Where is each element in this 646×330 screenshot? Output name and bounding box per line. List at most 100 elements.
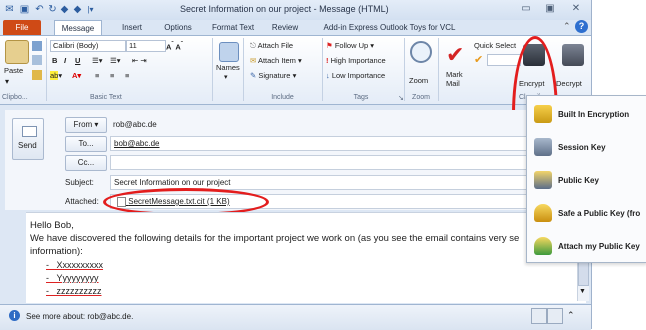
outlook-app-icon[interactable]: ✉ <box>3 3 16 16</box>
list-item-text: Xxxxxxxxxx <box>56 260 104 270</box>
decrypt-icon[interactable] <box>562 44 584 66</box>
menu-item-public-key[interactable]: Public Key <box>526 163 646 196</box>
high-importance-button[interactable]: ! High Importance <box>326 56 386 65</box>
next-icon[interactable]: ◆ <box>71 3 84 16</box>
menu-item-label: Attach my Public Key <box>558 242 640 251</box>
ribbon-separator <box>438 38 439 101</box>
tags-launcher-icon[interactable]: ↘ <box>398 94 404 102</box>
align-center-icon[interactable]: ≡ <box>110 71 114 80</box>
tab-add-in-express[interactable]: Add-in Express Outlook Toys for VCL <box>312 20 467 35</box>
low-importance-button[interactable]: ↓ Low Importance <box>326 71 385 80</box>
menu-item-label: Safe a Public Key (fro <box>558 209 641 218</box>
copy-icon[interactable] <box>32 55 42 65</box>
menu-item-label: Session Key <box>558 143 606 152</box>
maximize-icon[interactable]: ▣ <box>540 2 560 16</box>
scroll-down-icon[interactable]: ▼ <box>579 288 586 295</box>
cc-button[interactable]: Cc... <box>65 155 107 171</box>
follow-up-label: Follow Up <box>334 41 369 50</box>
align-left-icon[interactable]: ≡ <box>95 71 99 80</box>
attach-file-label: Attach File <box>257 41 294 50</box>
cc-field[interactable] <box>110 155 595 170</box>
quick-select-icon[interactable]: ✔ <box>474 53 483 66</box>
message-body[interactable] <box>26 212 586 303</box>
format-painter-icon[interactable] <box>32 70 42 80</box>
quick-select-combo[interactable] <box>487 54 521 66</box>
person-icon[interactable] <box>531 308 547 324</box>
quick-select-label: Quick Select <box>474 41 517 50</box>
send-button[interactable]: Send <box>12 118 44 160</box>
save-icon[interactable]: ▣ <box>18 3 31 16</box>
grow-font-icon[interactable]: Aˆ Aˇ <box>166 40 183 52</box>
align-right-icon[interactable]: ≡ <box>125 71 129 80</box>
customize-toolbar-icon[interactable]: |▾ <box>84 3 97 16</box>
address-book-icon[interactable] <box>219 42 239 62</box>
tab-review[interactable]: Review <box>265 20 305 35</box>
tab-file[interactable]: File <box>3 20 41 35</box>
subject-label: Subject: <box>65 178 94 187</box>
italic-icon[interactable]: I <box>64 56 66 65</box>
menu-item-save-public-key[interactable]: Safe a Public Key (fro <box>526 196 646 229</box>
font-size-combo[interactable]: 11 <box>126 40 166 52</box>
from-value: rob@abc.de <box>113 120 157 129</box>
body-list-item-3: - zzzzzzzzzz <box>46 286 102 296</box>
attach-file-button[interactable]: ⎋ Attach File <box>250 41 293 50</box>
paste-label[interactable]: Paste <box>4 66 23 75</box>
tab-format-text[interactable]: Format Text <box>205 20 261 35</box>
menu-item-label: Built In Encryption <box>558 110 630 119</box>
body-line-1: We have discovered the following details… <box>30 233 520 244</box>
ribbon-collapse-icon[interactable]: ⌃ <box>563 21 571 32</box>
from-button[interactable]: From ▾ <box>65 117 107 133</box>
body-line-2: information): <box>30 246 83 257</box>
paste-dropdown-icon[interactable]: ▾ <box>5 77 9 86</box>
paste-icon[interactable] <box>5 40 29 64</box>
attach-file-icon: ⎋ <box>250 41 258 50</box>
attach-item-button[interactable]: ✉ Attach Item ▾ <box>250 56 302 65</box>
menu-item-session-key[interactable]: Session Key <box>526 130 646 163</box>
to-field[interactable]: bob@abc.de <box>110 136 595 151</box>
font-color-icon[interactable]: A▾ <box>72 71 81 80</box>
ribbon-separator <box>243 38 244 101</box>
session-key-icon <box>534 138 552 156</box>
ribbon-separator <box>322 38 323 101</box>
zoom-group-label: Zoom <box>412 94 430 101</box>
decrypt-button[interactable]: Decrypt <box>556 79 582 88</box>
names-button[interactable]: Names <box>216 63 240 72</box>
zoom-icon[interactable] <box>410 41 432 63</box>
minimize-icon[interactable]: ▭ <box>516 2 536 16</box>
signature-label: Signature <box>258 71 291 80</box>
previous-icon[interactable]: ◆ <box>58 3 71 16</box>
highlight-icon[interactable]: ab▾ <box>50 71 62 80</box>
mark-label[interactable]: Mark <box>446 70 463 79</box>
close-icon[interactable]: ✕ <box>566 2 586 16</box>
zoom-button[interactable]: Zoom <box>409 76 428 85</box>
person-icon[interactable] <box>547 308 563 324</box>
follow-up-button[interactable]: ⚑ Follow Up ▾ <box>326 41 374 50</box>
tab-options[interactable]: Options <box>157 20 199 35</box>
people-pane-expand-icon[interactable]: ⌃ <box>567 310 575 321</box>
numbering-icon[interactable]: ☰▾ <box>110 56 121 65</box>
bold-icon[interactable]: B <box>52 56 57 65</box>
signature-button[interactable]: ✎ Signature ▾ <box>250 71 296 80</box>
send-label: Send <box>18 141 37 150</box>
body-greeting: Hello Bob, <box>30 220 74 231</box>
help-icon[interactable]: ? <box>575 20 588 33</box>
underline-icon[interactable]: U <box>75 56 80 65</box>
body-list-item-2: - Yyyyyyyyy <box>46 273 99 283</box>
cut-icon[interactable] <box>32 41 42 51</box>
names-dropdown-icon[interactable]: ▾ <box>224 73 228 81</box>
tab-message[interactable]: Message <box>54 20 102 35</box>
menu-item-built-in-encryption[interactable]: Built In Encryption <box>526 97 646 130</box>
info-icon: i <box>9 310 20 321</box>
clipboard-group-label: Clipbo... <box>2 94 28 101</box>
menu-item-label: Public Key <box>558 176 599 185</box>
font-name-combo[interactable]: Calibri (Body) <box>50 40 126 52</box>
people-pane-text[interactable]: See more about: rob@abc.de. <box>26 312 133 321</box>
to-button[interactable]: To... <box>65 136 107 152</box>
bullets-icon[interactable]: ☰▾ <box>92 56 103 65</box>
menu-item-attach-public-key[interactable]: Attach my Public Key <box>526 229 646 262</box>
tab-insert[interactable]: Insert <box>115 20 149 35</box>
undo-icon[interactable]: ↶ <box>33 3 46 16</box>
indent-icon[interactable]: ⇤ ⇥ <box>132 56 147 65</box>
checkmark-icon[interactable]: ✔ <box>446 44 464 66</box>
mail-label[interactable]: Mail <box>446 79 460 88</box>
